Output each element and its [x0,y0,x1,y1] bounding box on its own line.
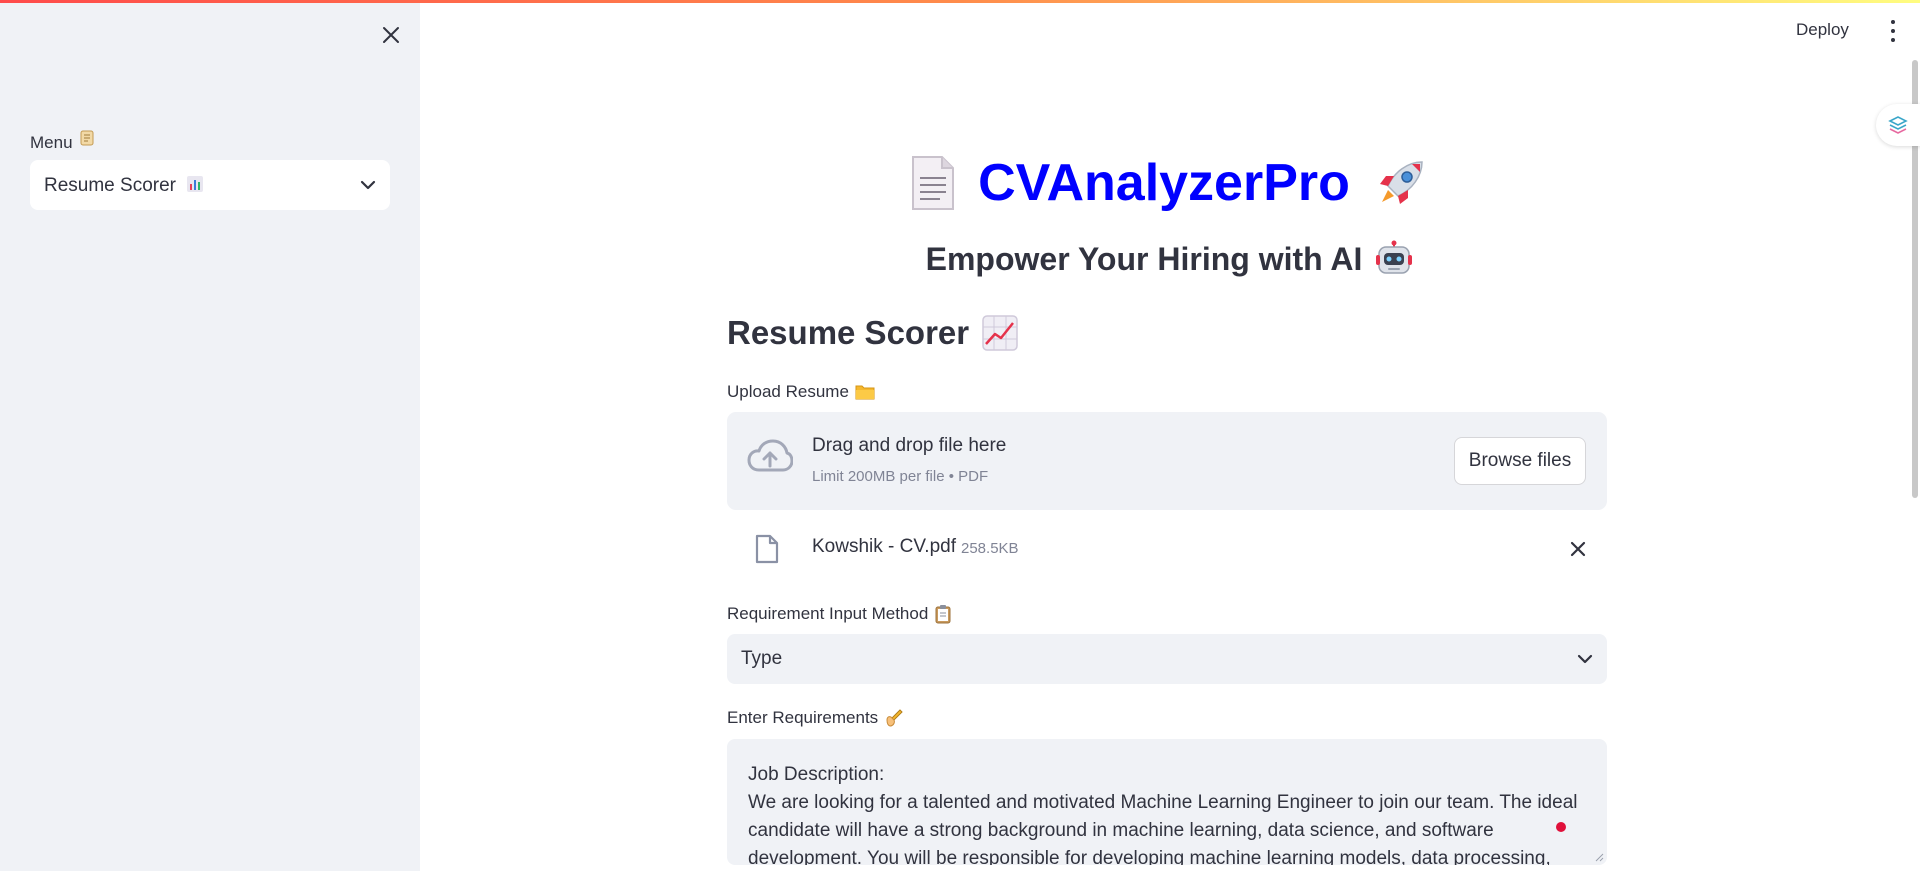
bar-chart-icon [185,174,205,194]
requirement-method-select[interactable]: Type [727,634,1607,684]
widget-icon [1888,116,1908,134]
requirements-text-line1: Job Description: [748,764,885,785]
folder-icon [855,383,875,401]
menu-label: Menu [30,128,97,153]
file-dropzone[interactable]: Drag and drop file here Limit 200MB per … [727,412,1607,510]
app-title: CVAnalyzerPro [600,148,1740,218]
upload-label: Upload Resume [727,382,875,402]
floating-widget[interactable] [1876,104,1920,146]
browse-files-button[interactable]: Browse files [1454,437,1586,485]
top-decoration-stripe [0,0,1920,3]
robot-icon [1374,240,1414,278]
upload-label-text: Upload Resume [727,382,849,401]
document-icon [910,154,956,212]
close-icon [1570,541,1586,557]
kebab-menu-icon[interactable] [1886,20,1900,42]
app-subtitle-text: Empower Your Hiring with AI [925,240,1363,277]
dropzone-instructions: Drag and drop file here [812,435,1007,456]
app-title-text: CVAnalyzerPro [978,154,1350,212]
writing-hand-icon [884,708,904,728]
section-title: Resume Scorer [727,314,1019,352]
scroll-icon [77,128,97,148]
close-sidebar-button[interactable] [376,20,406,50]
app-subtitle: Empower Your Hiring with AI [600,240,1740,278]
menu-select[interactable]: Resume Scorer [30,160,390,210]
resize-grip-icon[interactable] [1594,852,1604,862]
requirements-text-body: We are looking for a talented and motiva… [748,792,1578,865]
deploy-button[interactable]: Deploy [1796,20,1849,40]
sidebar: Menu Resume Scorer [0,0,420,871]
menu-label-text: Menu [30,133,73,152]
rocket-icon [1372,154,1430,212]
chart-up-icon [981,314,1019,352]
file-icon [755,534,779,569]
uploaded-file-size: 258.5KB [961,540,1019,557]
requirement-method-label-text: Requirement Input Method [727,604,929,623]
menu-select-text: Resume Scorer [44,174,176,196]
section-title-text: Resume Scorer [727,314,970,351]
requirements-label: Enter Requirements [727,708,904,728]
requirements-label-text: Enter Requirements [727,708,879,727]
dropzone-limit: Limit 200MB per file • PDF [812,468,989,485]
close-icon [383,27,399,43]
requirement-method-value: Type [741,648,783,669]
clipboard-icon [934,604,952,624]
cloud-upload-icon [747,438,794,479]
recording-indicator [1556,822,1566,832]
uploaded-file-name: Kowshik - CV.pdf [812,536,956,557]
requirements-textarea[interactable]: Job Description: We are looking for a ta… [727,739,1607,865]
remove-file-button[interactable] [1563,534,1593,564]
chevron-down-icon [360,180,376,190]
uploaded-file-item: Kowshik - CV.pdf 258.5KB [727,526,1607,572]
menu-select-value: Resume Scorer [44,174,360,197]
chevron-down-icon [1577,648,1593,670]
requirement-method-label: Requirement Input Method [727,604,952,624]
